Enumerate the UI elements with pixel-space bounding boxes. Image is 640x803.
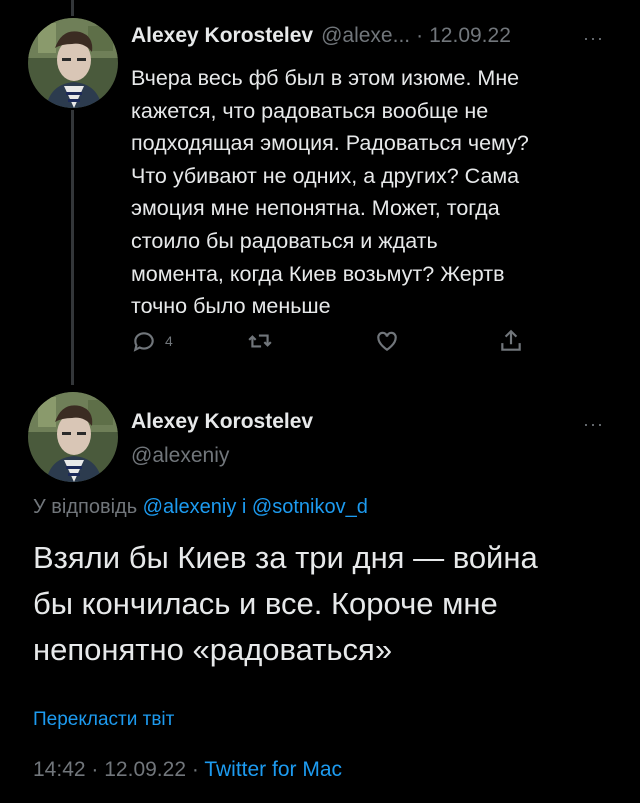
reply-joiner: і xyxy=(236,496,252,518)
retweet-button[interactable] xyxy=(247,328,273,354)
like-button[interactable] xyxy=(374,328,400,354)
tweet-date[interactable]: 12.09.22 xyxy=(104,758,186,781)
replying-to: У відповідь @alexeniy і @sotnikov_d xyxy=(33,496,368,519)
tweet-time[interactable]: 14:42 xyxy=(33,758,86,781)
tweet-text: Взяли бы Киев за три дня — война бы конч… xyxy=(33,540,538,667)
tweet-text: Вчера весь фб был в этом изюме. Мне каже… xyxy=(131,66,529,319)
avatar-image xyxy=(28,18,118,108)
thread-line-top xyxy=(71,0,74,16)
reply-mention-alexeniy[interactable]: @alexeniy xyxy=(143,496,237,518)
author-name[interactable]: Alexey Korostelev xyxy=(131,24,313,48)
reply-count: 4 xyxy=(165,333,173,349)
reply-mention-sotnikov[interactable]: @sotnikov_d xyxy=(252,496,368,518)
tweet-header: Alexey Korostelev @alexe... · 12.09.22 xyxy=(131,24,511,48)
thread-line-connector xyxy=(71,110,74,385)
avatar[interactable] xyxy=(28,392,118,482)
tweet-actions: 4 xyxy=(131,328,531,358)
separator: · xyxy=(191,758,199,781)
avatar[interactable] xyxy=(28,18,118,108)
like-icon xyxy=(377,331,397,351)
share-icon xyxy=(501,329,521,351)
separator: · xyxy=(416,24,424,47)
tweet-date[interactable]: 12.09.22 xyxy=(429,24,511,48)
more-options-icon[interactable]: ··· xyxy=(583,414,604,435)
reply-icon xyxy=(133,332,154,352)
author-handle[interactable]: @alexe... xyxy=(321,24,410,48)
translate-tweet-link[interactable]: Перекласти твіт xyxy=(33,709,174,731)
reply-button[interactable]: 4 xyxy=(131,328,173,354)
avatar-image xyxy=(28,392,118,482)
tweet-client-link[interactable]: Twitter for Mac xyxy=(204,758,342,781)
author-name[interactable]: Alexey Korostelev xyxy=(131,410,313,434)
author-handle[interactable]: @alexeniy xyxy=(131,444,229,468)
tweet-metadata: 14:42 · 12.09.22 · Twitter for Mac xyxy=(33,758,342,782)
reply-prefix: У відповідь xyxy=(33,496,143,518)
retweet-icon xyxy=(248,334,272,348)
share-button[interactable] xyxy=(498,328,524,354)
more-options-icon[interactable]: ··· xyxy=(583,28,604,49)
separator: · xyxy=(91,758,99,781)
